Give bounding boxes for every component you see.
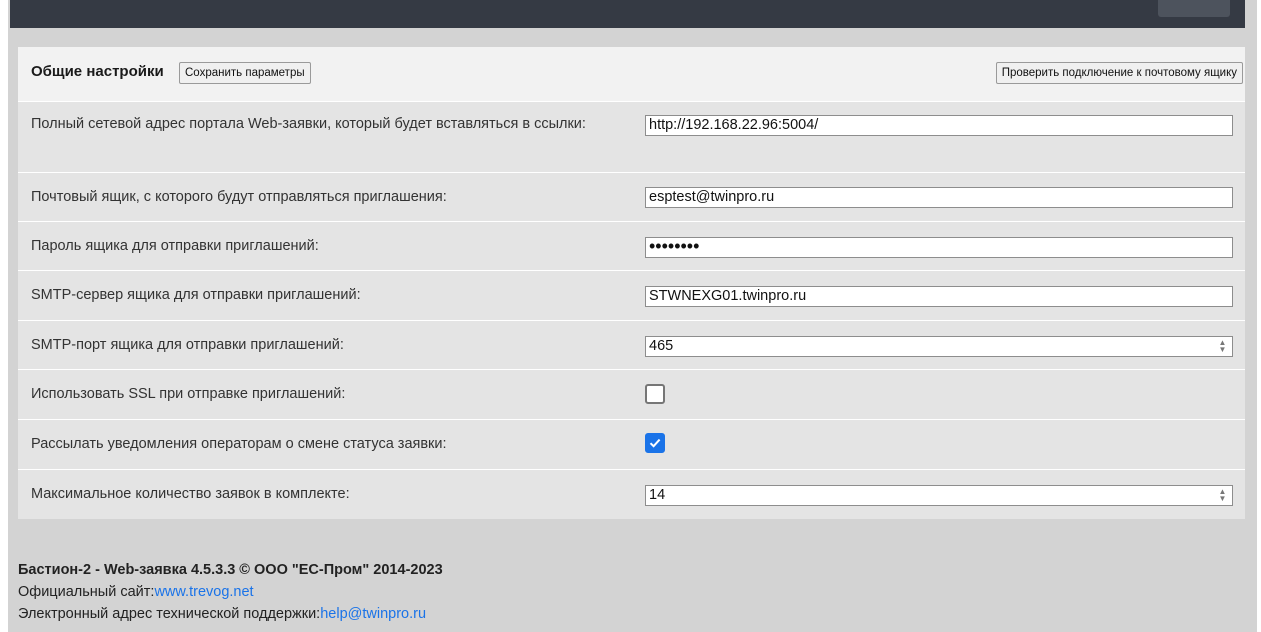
check-connection-button[interactable]: Проверить подключение к почтовому ящику [995,62,1243,84]
max-requests-stepper[interactable]: 14 ▲ ▼ [645,485,1233,506]
max-requests-value: 14 [649,487,666,503]
support-email-link[interactable]: help@twinpro.ru [320,606,426,622]
smtp-port-stepper[interactable]: 465 ▲ ▼ [645,336,1233,357]
smtp-server-input[interactable]: STWNEXG01.twinpro.ru [645,286,1233,307]
copyright-text: Бастион-2 - Web-заявка 4.5.3.3 © ООО "ЕС… [18,562,443,578]
support-label: Электронный адрес технической поддержки: [18,606,321,622]
checkmark-icon [649,438,661,448]
settings-row-ssl: Использовать SSL при отправке приглашени… [18,369,1245,419]
site-link[interactable]: www.trevog.net [154,584,253,600]
smtp-port-value: 465 [649,338,674,354]
top-bar-button[interactable] [1158,0,1230,17]
settings-row-smtp-server: SMTP-сервер ящика для отправки приглашен… [18,270,1245,320]
settings-row-portal-url: Полный сетевой адрес портала Web-заявки,… [18,101,1245,172]
stepper-arrows-icon[interactable]: ▲ ▼ [1216,339,1229,354]
top-bar [10,0,1245,28]
notify-label: Рассылать уведомления операторам о смене… [31,436,447,452]
settings-row-mailbox: Почтовый ящик, с которого будут отправля… [18,172,1245,221]
password-label: Пароль ящика для отправки приглашений: [31,238,319,254]
portal-url-input[interactable]: http://192.168.22.96:5004/ [645,115,1233,136]
settings-row-password: Пароль ящика для отправки приглашений: •… [18,221,1245,270]
ssl-checkbox[interactable] [645,384,665,404]
smtp-port-label: SMTP-порт ящика для отправки приглашений… [31,337,344,353]
smtp-server-label: SMTP-сервер ящика для отправки приглашен… [31,287,361,303]
panel-title: Общие настройки [31,63,164,80]
stepper-arrows-icon[interactable]: ▲ ▼ [1216,488,1229,503]
ssl-label: Использовать SSL при отправке приглашени… [31,386,346,402]
settings-row-max-requests: Максимальное количество заявок в комплек… [18,469,1245,519]
mailbox-label: Почтовый ящик, с которого будут отправля… [31,189,447,205]
max-requests-label: Максимальное количество заявок в комплек… [31,486,350,502]
password-input[interactable]: •••••••• [645,237,1233,258]
portal-url-label: Полный сетевой адрес портала Web-заявки,… [31,116,586,132]
settings-panel: Общие настройки Сохранить параметры Пров… [18,47,1245,519]
settings-row-smtp-port: SMTP-порт ящика для отправки приглашений… [18,320,1245,369]
mailbox-input[interactable]: esptest@twinpro.ru [645,187,1233,208]
panel-header: Общие настройки Сохранить параметры Пров… [18,47,1245,101]
settings-row-notify: Рассылать уведомления операторам о смене… [18,419,1245,469]
notify-checkbox[interactable] [645,433,665,453]
site-label: Официальный сайт: [18,584,155,600]
save-button[interactable]: Сохранить параметры [179,62,311,84]
